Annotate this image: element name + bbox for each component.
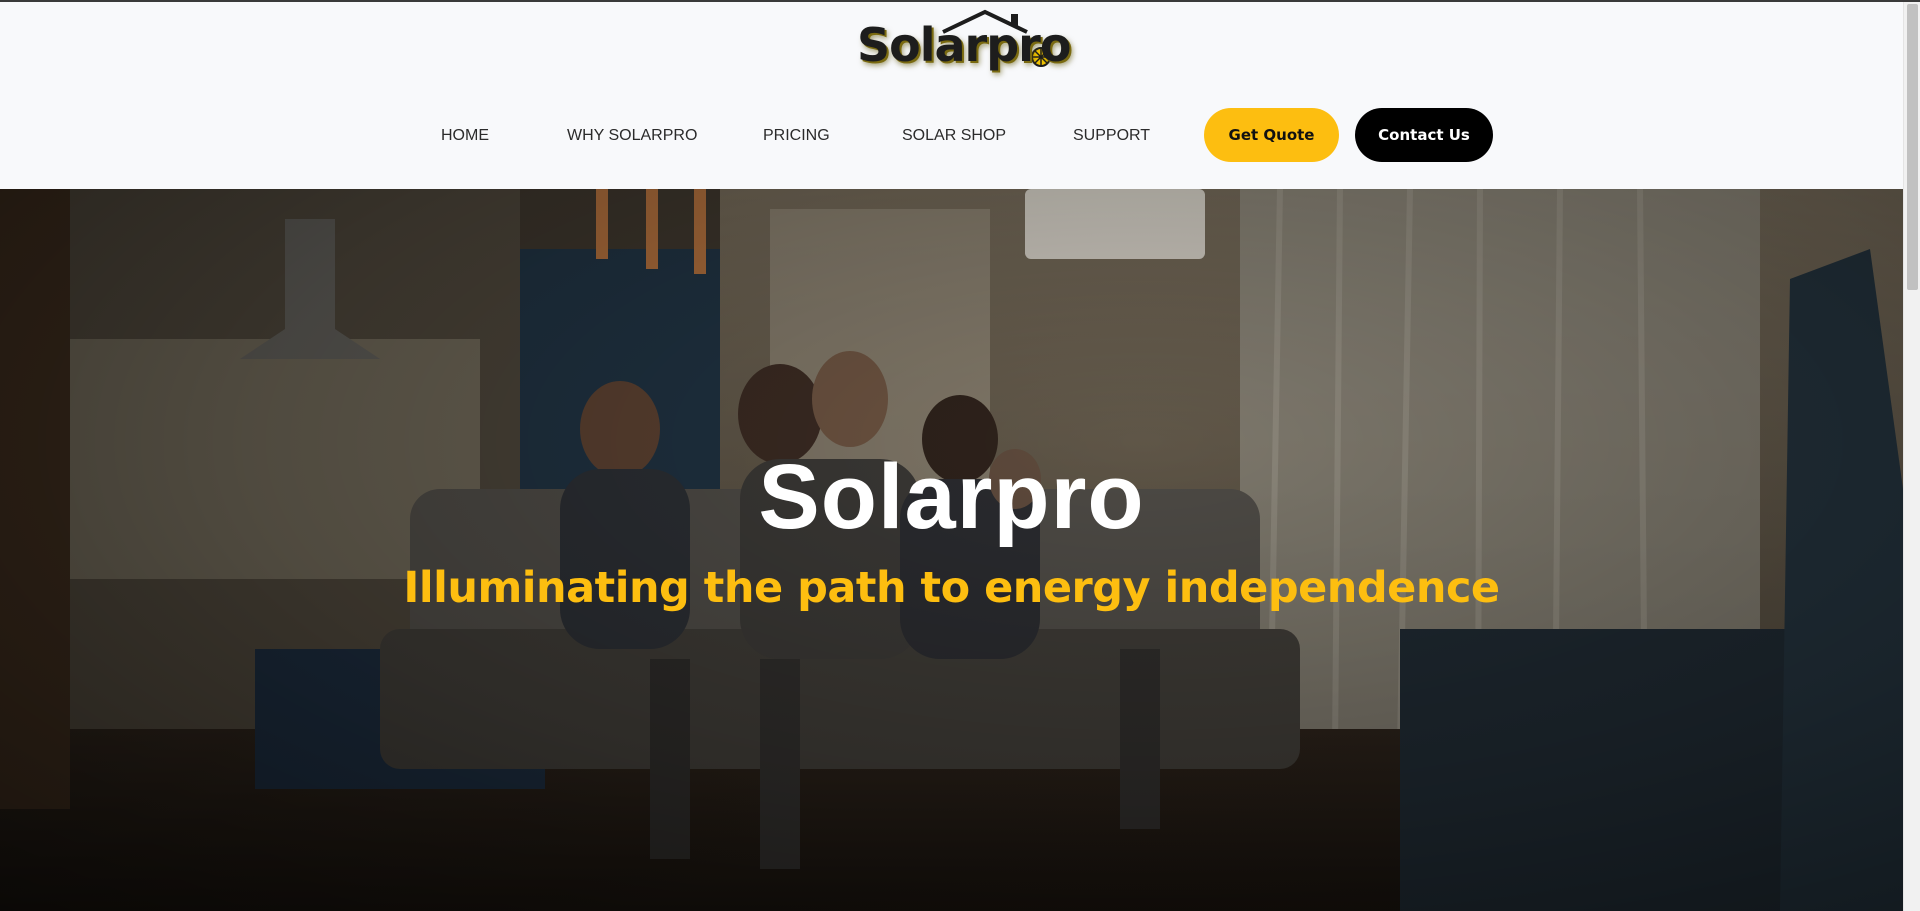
site-logo[interactable]: Solarpro: [855, 6, 1071, 82]
scrollbar-thumb[interactable]: [1907, 4, 1918, 290]
hero-overlay: [0, 189, 1903, 911]
site-header: Solarpro HOME WHY SOLARPRO PRICING SOLAR…: [0, 2, 1903, 189]
page-scrollbar[interactable]: [1903, 2, 1920, 911]
hero-title: Solarpro: [758, 446, 1145, 548]
nav-item-support[interactable]: SUPPORT: [1073, 108, 1150, 164]
contact-us-button[interactable]: Contact Us: [1355, 108, 1493, 162]
hero-tagline: Illuminating the path to energy independ…: [403, 563, 1500, 613]
nav-item-solar-shop[interactable]: SOLAR SHOP: [902, 108, 1006, 164]
hero-section: Solarpro Illuminating the path to energy…: [0, 189, 1903, 911]
main-nav: HOME WHY SOLARPRO PRICING SOLAR SHOP SUP…: [0, 108, 1903, 164]
nav-item-pricing[interactable]: PRICING: [763, 108, 830, 164]
nav-item-why-solarpro[interactable]: WHY SOLARPRO: [567, 108, 697, 164]
get-quote-button[interactable]: Get Quote: [1204, 108, 1339, 162]
logo-text: Solarpro: [857, 18, 1071, 72]
nav-item-home[interactable]: HOME: [441, 108, 489, 164]
